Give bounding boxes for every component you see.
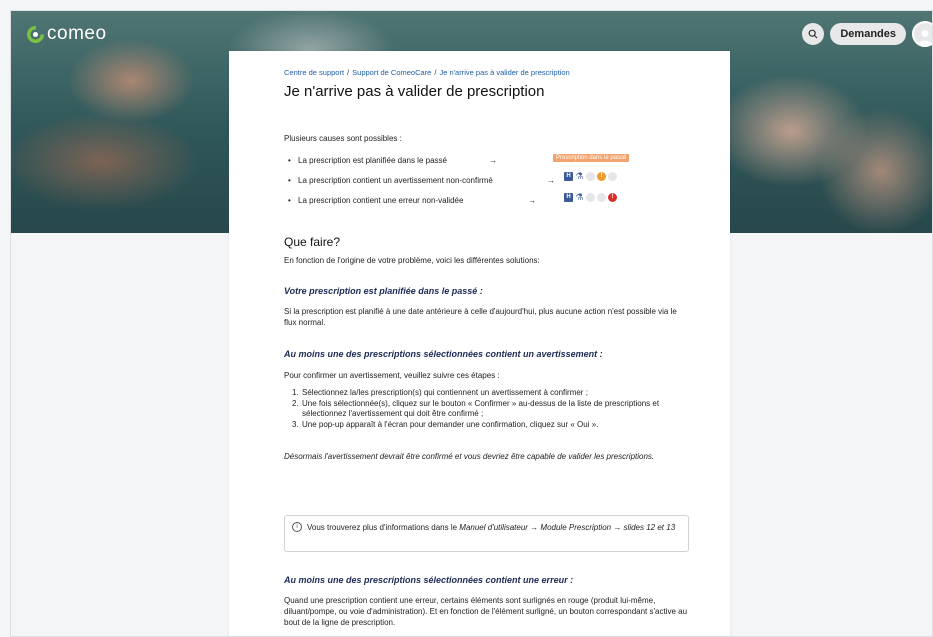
- breadcrumb-current-article[interactable]: Je n'arrive pas à valider de prescriptio…: [439, 68, 569, 77]
- section-past-text: Si la prescription est planifié à une da…: [284, 307, 677, 327]
- cause-text: La prescription contient un avertissemen…: [298, 176, 493, 185]
- breadcrumb-separator: /: [434, 68, 437, 77]
- placeholder-dot-icon: [608, 172, 617, 181]
- manual-reference: Manuel d'utilisateur → Module Prescripti…: [459, 523, 676, 532]
- cause-item: La prescription contient un avertissemen…: [288, 176, 493, 185]
- article-content: Centre de support / Support de ComeoCare / J…: [284, 68, 689, 627]
- user-avatar[interactable]: [912, 21, 932, 47]
- logo-text: comeo: [47, 23, 107, 44]
- warning-icon: !: [597, 172, 606, 181]
- section-warning-heading: Au moins une des prescriptions sélection…: [284, 349, 603, 359]
- arrow-icon: →: [489, 156, 497, 165]
- breadcrumb-separator: /: [347, 68, 350, 77]
- warning-status-icons: H ⚗ !: [564, 172, 617, 181]
- placeholder-dot-icon: [586, 172, 595, 181]
- placeholder-dot-icon: [586, 193, 595, 202]
- cause-item: La prescription est planifiée dans le pa…: [288, 156, 447, 165]
- placeholder-dot-icon: [597, 193, 606, 202]
- list-item: 2. Une fois sélectionnée(s), cliquez sur …: [292, 398, 660, 419]
- breadcrumb-support-center[interactable]: Centre de support: [284, 68, 344, 77]
- causes-intro: Plusieurs causes sont possibles :: [284, 134, 402, 143]
- browser-window: comeo Demandes Centre de support / Support…: [10, 10, 933, 637]
- cause-text: La prescription contient une erreur non-…: [298, 196, 464, 205]
- page-title: Je n'arrive pas à valider de prescriptio…: [284, 83, 545, 100]
- flask-icon: ⚗: [575, 192, 584, 202]
- arrow-icon: →: [528, 196, 536, 205]
- top-right-controls: Demandes: [802, 21, 932, 47]
- arrow-icon: →: [547, 176, 555, 185]
- section-error-text: Quand une prescription contient une erre…: [284, 596, 688, 627]
- article-card: Centre de support / Support de ComeoCare / J…: [229, 51, 730, 636]
- error-icon: !: [608, 193, 617, 202]
- flask-icon: ⚗: [575, 171, 584, 181]
- section-past-heading: Votre prescription est planifiée dans le…: [284, 286, 483, 296]
- section-warning-outro: Désormais l'avertissement devrait être c…: [284, 452, 655, 461]
- section-warning-intro: Pour confirmer un avertissement, veuille…: [284, 371, 500, 380]
- info-callout-text: Vous trouverez plus d'informations dans …: [307, 523, 460, 532]
- info-callout: i Vous trouverez plus d'informations dan…: [284, 515, 689, 552]
- hospital-icon: H: [564, 193, 573, 202]
- error-status-icons: H ⚗ !: [564, 193, 617, 202]
- list-item: 3. Une pop-up apparaît à l'écran pour dem…: [292, 419, 599, 429]
- search-button[interactable]: [802, 23, 825, 45]
- search-icon: [808, 29, 818, 39]
- warning-steps-list: 1. Sélectionnez la/les prescription(s) qu…: [284, 388, 689, 430]
- past-prescription-badge: Prescription dans le passé: [553, 154, 630, 162]
- demandes-button[interactable]: Demandes: [830, 23, 906, 45]
- cause-item: La prescription contient une erreur non-…: [288, 196, 464, 205]
- section-error-heading: Au moins une des prescriptions sélection…: [284, 575, 574, 585]
- que-faire-text: En fonction de l'origine de votre problè…: [284, 256, 540, 265]
- info-icon: i: [292, 522, 302, 532]
- list-item: 1. Sélectionnez la/les prescription(s) qu…: [292, 388, 588, 397]
- que-faire-heading: Que faire?: [284, 235, 341, 249]
- comeo-logo[interactable]: comeo: [27, 23, 107, 45]
- breadcrumb: Centre de support / Support de ComeoCare / J…: [284, 68, 674, 77]
- cause-text: La prescription est planifiée dans le pa…: [298, 156, 447, 165]
- comeo-logo-icon: [27, 25, 44, 43]
- breadcrumb-comeocare-support[interactable]: Support de ComeoCare: [352, 68, 431, 77]
- user-avatar-icon: [918, 30, 932, 45]
- hospital-icon: H: [564, 172, 573, 181]
